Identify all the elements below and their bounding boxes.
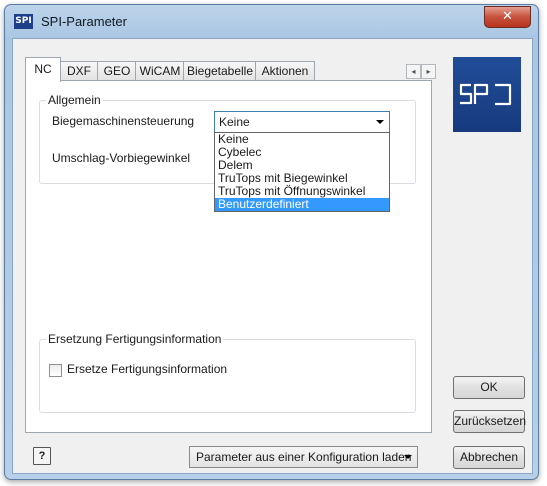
tab-panel-nc: Allgemein Biegemaschinensteuerung Keine …: [25, 80, 432, 433]
tab-aktionen[interactable]: Aktionen: [255, 61, 315, 81]
tab-scroll-right-button[interactable]: ▸: [421, 64, 436, 79]
group-allgemein-title: Allgemein: [46, 93, 103, 107]
tab-dxf[interactable]: DXF: [59, 61, 99, 81]
biegemaschinensteuerung-select[interactable]: Keine: [214, 111, 390, 133]
umschlag-vorbiegewinkel-label: Umschlag-Vorbiegewinkel: [52, 151, 191, 165]
spi-logo-graphic: [459, 83, 512, 106]
biegemaschinensteuerung-value: Keine: [219, 115, 250, 129]
tab-scroll-left-icon: ◂: [411, 67, 416, 76]
load-config-dropdown[interactable]: Parameter aus einer Konfiguration laden: [189, 446, 418, 468]
tab-nc[interactable]: NC: [25, 57, 61, 82]
chevron-down-icon: [376, 120, 384, 124]
tab-scroll-left-button[interactable]: ◂: [406, 64, 421, 79]
ersetze-fertigungsinformation-label: Ersetze Fertigungsinformation: [67, 362, 228, 376]
tab-biegetabelle[interactable]: Biegetabelle: [183, 61, 257, 81]
title-bar[interactable]: SPI SPI-Parameter ✕: [5, 5, 538, 39]
ersetze-fertigungsinformation-checkbox[interactable]: [49, 364, 62, 377]
cancel-button[interactable]: Abbrechen: [453, 446, 525, 469]
biegemaschinensteuerung-label: Biegemaschinensteuerung: [52, 114, 195, 128]
dialog-window: SPI SPI-Parameter ✕ NC DXF GEO WiCAM Bie…: [4, 4, 539, 480]
close-icon: ✕: [502, 9, 513, 24]
spi-app-icon: SPI: [14, 14, 33, 29]
group-ersetzung-title: Ersetzung Fertigungsinformation: [46, 332, 224, 346]
group-ersetzung: Ersetzung Fertigungsinformation: [39, 332, 416, 413]
tab-geo[interactable]: GEO: [97, 61, 137, 81]
dialog-client-area: NC DXF GEO WiCAM Biegetabelle Aktionen ◂…: [12, 38, 533, 474]
spi-logo: [453, 57, 521, 132]
help-button[interactable]: ?: [33, 447, 51, 465]
window-title: SPI-Parameter: [41, 14, 127, 29]
help-icon: ?: [38, 450, 46, 462]
reset-button[interactable]: Zurücksetzen: [453, 410, 526, 433]
tab-scroll-right-icon: ▸: [426, 67, 431, 76]
tab-wicam[interactable]: WiCAM: [135, 61, 185, 81]
ok-button[interactable]: OK: [453, 376, 525, 399]
close-button[interactable]: ✕: [484, 6, 531, 28]
biegemaschinensteuerung-dropdown-list: Keine Cybelec Delem TruTops mit Biegewin…: [214, 132, 390, 212]
chevron-down-icon: [404, 455, 412, 459]
option-benutzerdefiniert[interactable]: Benutzerdefiniert: [215, 198, 389, 211]
load-config-label: Parameter aus einer Konfiguration laden: [196, 450, 412, 464]
